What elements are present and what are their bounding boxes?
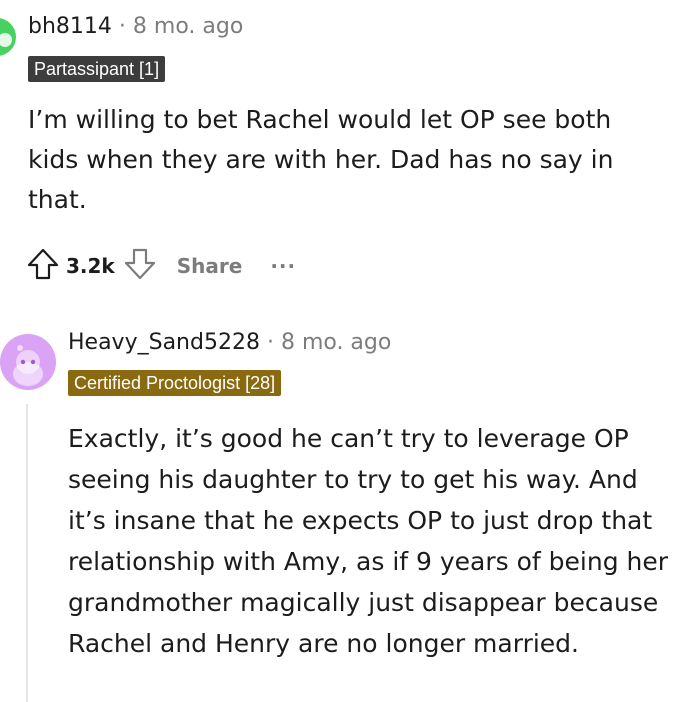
- avatar[interactable]: [0, 18, 16, 56]
- comment-body: I’m willing to bet Rachel would let OP s…: [28, 105, 614, 214]
- comment-body: Exactly, it’s good he can’t try to lever…: [68, 424, 669, 658]
- username[interactable]: Heavy_Sand5228: [68, 330, 260, 355]
- user-flair: Partassipant [1]: [28, 56, 166, 82]
- timestamp[interactable]: 8 mo. ago: [281, 330, 391, 355]
- thread-line[interactable]: [26, 404, 28, 702]
- username[interactable]: bh8114: [28, 14, 112, 39]
- separator: ·: [266, 330, 274, 355]
- downvote-icon[interactable]: [123, 247, 157, 286]
- comment-header: bh8114 · 8 mo. ago: [28, 14, 243, 39]
- comment-header: Heavy_Sand5228 · 8 mo. ago: [68, 330, 391, 355]
- timestamp[interactable]: 8 mo. ago: [133, 14, 243, 39]
- user-flair: Certified Proctologist [28]: [68, 370, 282, 396]
- avatar[interactable]: [0, 334, 56, 390]
- share-button[interactable]: Share: [177, 254, 243, 278]
- vote-score: 3.2k: [66, 254, 115, 278]
- upvote-icon[interactable]: [26, 247, 60, 286]
- comment-actions: 3.2k Share ···: [26, 248, 296, 284]
- more-options-icon[interactable]: ···: [270, 254, 296, 278]
- separator: ·: [118, 14, 126, 39]
